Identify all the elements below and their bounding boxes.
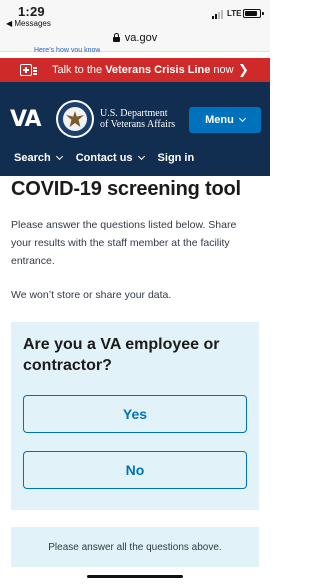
url-text: va.gov: [124, 32, 158, 44]
chevron-right-icon: ❯: [238, 62, 249, 77]
page-title: COVID-19 screening tool: [11, 178, 241, 200]
menu-button[interactable]: Menu: [189, 107, 261, 133]
nav-search-label: Search: [14, 152, 51, 164]
department-line-1: U.S. Department: [100, 108, 168, 119]
status-bar: 1:29 ◀ Messages LTE: [0, 0, 270, 30]
privacy-text: We won’t store or share your data.: [11, 289, 172, 301]
chevron-down-icon: [137, 152, 145, 161]
question-text: Are you a VA employee or contractor?: [23, 336, 220, 374]
va-seal-icon: [56, 100, 94, 138]
signal-icon: [212, 10, 226, 19]
crisis-line-banner[interactable]: Talk to the Veterans Crisis Line now ❯: [0, 58, 270, 82]
nav-sign-in[interactable]: Sign in: [158, 152, 195, 164]
crisis-line-prefix: Talk to the: [52, 64, 106, 76]
nav-contact-us[interactable]: Contact us: [75, 152, 145, 164]
status-time: 1:29: [18, 4, 45, 19]
crisis-line-emphasis: Veterans Crisis Line: [105, 64, 211, 76]
crisis-line-icon: [20, 64, 40, 76]
va-logo[interactable]: VA: [10, 107, 42, 132]
answer-no-button[interactable]: No: [23, 451, 247, 489]
question-card: Are you a VA employee or contractor? Yes…: [11, 322, 259, 510]
heres-how-you-know-link[interactable]: Here’s how you know: [34, 44, 100, 52]
menu-button-label: Menu: [205, 114, 234, 126]
department-line-2: of Veterans Affairs: [100, 119, 176, 130]
crisis-line-suffix: now: [210, 64, 234, 76]
battery-icon: [243, 9, 264, 18]
chevron-down-icon: [55, 152, 63, 161]
intro-text: Please answer the questions listed below…: [11, 219, 237, 267]
site-header: VA U.S. Department of Veterans Affairs M…: [0, 82, 270, 176]
answer-yes-button[interactable]: Yes: [23, 395, 247, 433]
nav-sign-in-label: Sign in: [157, 152, 195, 164]
home-indicator[interactable]: [87, 575, 183, 578]
lock-icon: [112, 33, 120, 42]
nav-contact-us-label: Contact us: [75, 152, 133, 164]
chevron-down-icon: [238, 114, 246, 123]
network-label: LTE: [227, 9, 242, 18]
header-nav: Search Contact us Sign in: [14, 152, 194, 164]
nav-search[interactable]: Search: [14, 152, 63, 164]
result-message: Please answer all the questions above.: [11, 527, 259, 567]
crisis-line-text: Talk to the Veterans Crisis Line now: [52, 64, 234, 76]
back-to-messages-link[interactable]: ◀ Messages: [6, 19, 51, 28]
department-name: U.S. Department of Veterans Affairs: [100, 108, 175, 130]
